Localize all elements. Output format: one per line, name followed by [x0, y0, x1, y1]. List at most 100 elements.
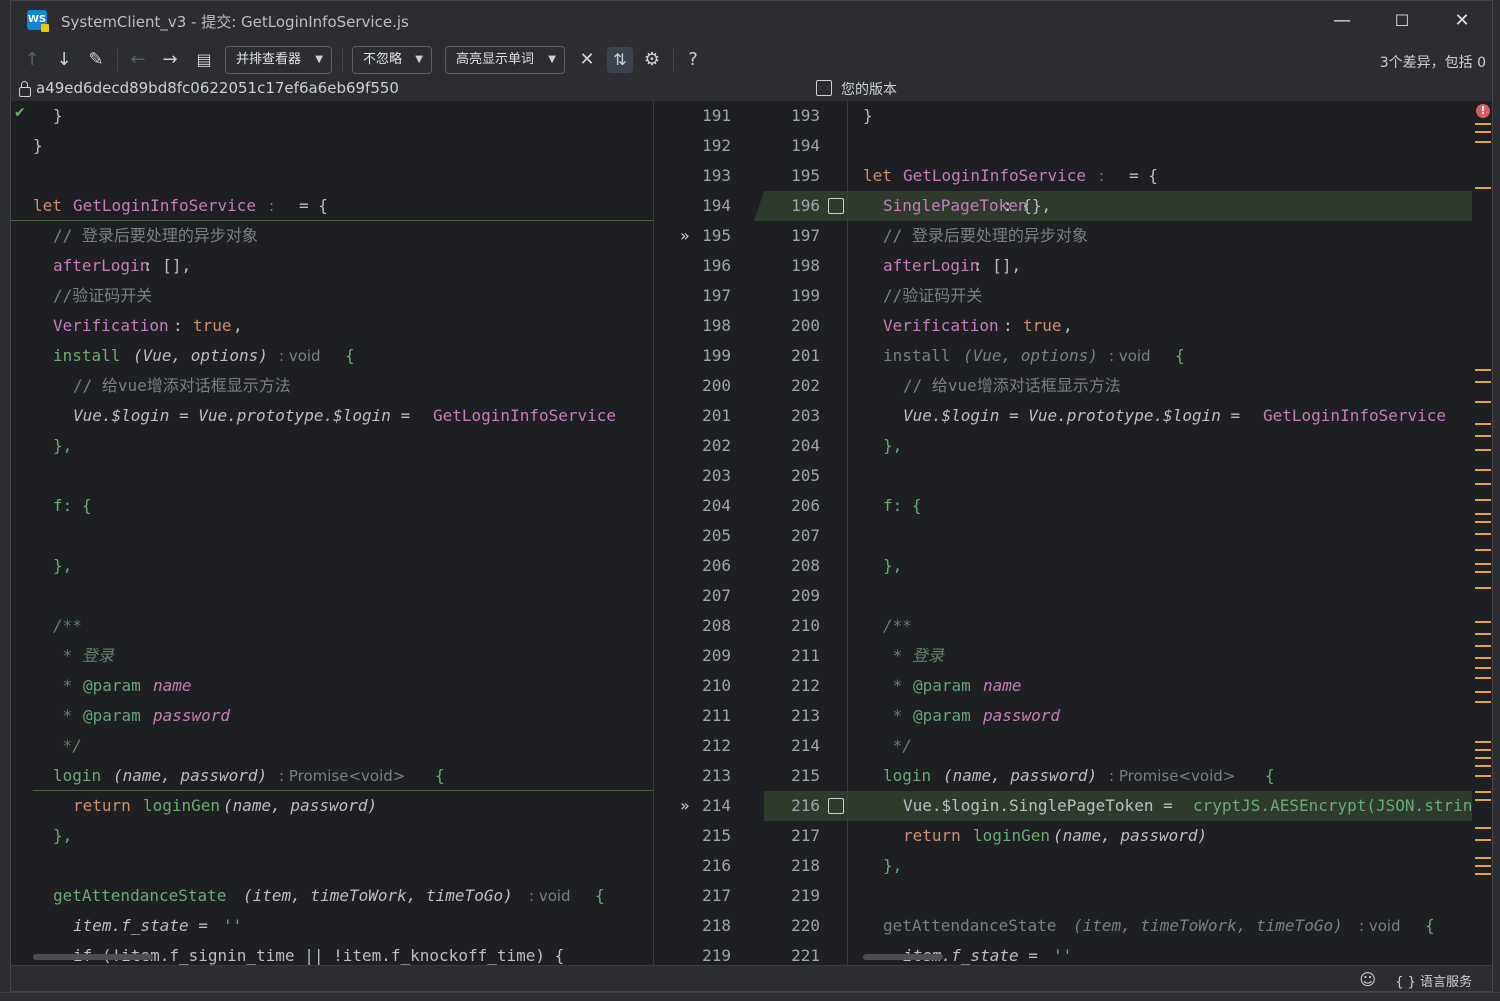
- change-marker[interactable]: [1475, 757, 1491, 759]
- line-number: 206: [791, 496, 820, 515]
- change-marker[interactable]: [1475, 791, 1491, 793]
- change-marker[interactable]: [1475, 677, 1491, 679]
- line-number: 215: [702, 826, 731, 845]
- change-marker[interactable]: [1475, 381, 1491, 383]
- sync-scroll-icon[interactable]: ⇅: [607, 47, 633, 73]
- ignore-dropdown-label: 不忽略: [363, 52, 403, 67]
- code-line: let GetLoginInfoService : = {: [33, 196, 328, 215]
- change-marker[interactable]: [1475, 521, 1491, 523]
- change-marker[interactable]: [1475, 513, 1491, 515]
- change-marker[interactable]: [1475, 123, 1491, 125]
- change-marker[interactable]: [1475, 141, 1491, 143]
- line-number-gutter: 191 192 193 194 195 196 197 198 199 200 201 202 203 2…: [653, 101, 848, 965]
- language-service-widget[interactable]: { } 语言服务: [1395, 971, 1472, 990]
- error-stripe[interactable]: !: [1472, 101, 1492, 965]
- include-change-checkbox[interactable]: [828, 198, 844, 214]
- line-number: 191: [702, 106, 731, 125]
- change-marker[interactable]: [1475, 633, 1491, 635]
- minimize-button[interactable]: —: [1313, 1, 1371, 41]
- change-marker[interactable]: [1475, 549, 1491, 551]
- change-marker[interactable]: [1475, 621, 1491, 623]
- change-marker[interactable]: [1475, 839, 1491, 841]
- back-icon[interactable]: ←: [125, 47, 151, 73]
- change-marker[interactable]: [1475, 587, 1491, 589]
- change-marker[interactable]: [1475, 449, 1491, 451]
- change-marker[interactable]: [1475, 499, 1491, 501]
- line-number: 219: [791, 886, 820, 905]
- change-marker[interactable]: [1475, 873, 1491, 875]
- apply-change-chevron-icon[interactable]: »: [680, 791, 690, 821]
- change-marker[interactable]: [1475, 469, 1491, 471]
- highlight-dropdown[interactable]: 高亮显示单词 ▼: [445, 46, 565, 74]
- prev-diff-icon[interactable]: ↑: [19, 47, 45, 73]
- line-number: 212: [702, 736, 731, 755]
- code-line: item.f_state = '': [73, 916, 243, 935]
- your-version-label: 您的版本: [841, 82, 897, 98]
- line-number: 193: [791, 106, 820, 125]
- line-number: 194: [702, 196, 731, 215]
- highlight-dropdown-label: 高亮显示单词: [456, 52, 535, 67]
- line-number: 193: [702, 166, 731, 185]
- line-number: 198: [791, 256, 820, 275]
- horizontal-scrollbar[interactable]: [863, 954, 943, 960]
- change-marker[interactable]: [1475, 533, 1491, 535]
- code-line: f: {: [53, 496, 92, 515]
- file-icon[interactable]: ▤: [191, 47, 217, 73]
- change-marker[interactable]: [1475, 483, 1491, 485]
- apply-change-chevron-icon[interactable]: »: [680, 221, 690, 251]
- code-line: },: [883, 556, 903, 575]
- change-marker[interactable]: [1475, 667, 1491, 669]
- edit-icon[interactable]: ✎: [83, 47, 109, 73]
- change-marker[interactable]: [1475, 645, 1491, 647]
- line-number: 192: [702, 136, 731, 155]
- your-version-checkbox[interactable]: [816, 80, 832, 96]
- left-editor-pane[interactable]: ✔ } } let GetLoginInfoService : = { // 登…: [11, 101, 653, 965]
- viewer-dropdown[interactable]: 并排查看器 ▼: [225, 46, 332, 74]
- added-line: Vue.$login.SinglePageToken = cryptJS.AES…: [848, 791, 1472, 821]
- line-number: 218: [702, 916, 731, 935]
- close-button[interactable]: ✕: [1433, 1, 1491, 41]
- webstorm-logo-icon: WS: [27, 10, 49, 32]
- change-marker[interactable]: [1475, 187, 1491, 189]
- change-marker[interactable]: [1475, 435, 1491, 437]
- ignore-dropdown[interactable]: 不忽略 ▼: [352, 46, 432, 74]
- include-change-checkbox[interactable]: [828, 798, 844, 814]
- collapse-icon[interactable]: ✕: [574, 47, 600, 73]
- change-marker[interactable]: [1475, 857, 1491, 859]
- change-marker[interactable]: [1475, 799, 1491, 801]
- maximize-button[interactable]: ☐: [1373, 1, 1431, 41]
- next-diff-icon[interactable]: ↓: [51, 47, 77, 73]
- line-number: 202: [702, 436, 731, 455]
- change-marker[interactable]: [1475, 369, 1491, 371]
- change-marker[interactable]: [1475, 701, 1491, 703]
- line-number: 196: [702, 256, 731, 275]
- line-number: 213: [791, 706, 820, 725]
- change-marker[interactable]: [1475, 775, 1491, 777]
- change-marker[interactable]: [1475, 401, 1491, 403]
- line-number: 200: [702, 376, 731, 395]
- change-marker[interactable]: [1475, 827, 1491, 829]
- change-marker[interactable]: [1475, 131, 1491, 133]
- change-marker[interactable]: [1475, 657, 1491, 659]
- settings-icon[interactable]: ⚙: [639, 47, 665, 73]
- change-marker[interactable]: [1475, 571, 1491, 573]
- help-icon[interactable]: ?: [680, 47, 706, 73]
- change-marker[interactable]: [1475, 865, 1491, 867]
- line-number: 201: [791, 346, 820, 365]
- code-line: afterLogin : [],: [53, 256, 192, 275]
- change-marker[interactable]: [1475, 765, 1491, 767]
- error-indicator-icon[interactable]: !: [1476, 104, 1490, 118]
- line-number: 221: [791, 946, 820, 965]
- forward-icon[interactable]: →: [157, 47, 183, 73]
- change-marker[interactable]: [1475, 749, 1491, 751]
- change-marker[interactable]: [1475, 741, 1491, 743]
- right-editor-pane[interactable]: SinglePageToken : {}, Vue.$login.SingleP…: [848, 101, 1472, 965]
- line-number: 199: [702, 346, 731, 365]
- copilot-icon[interactable]: ☺: [1359, 970, 1376, 989]
- viewer-dropdown-label: 并排查看器: [236, 52, 302, 67]
- change-marker[interactable]: [1475, 423, 1491, 425]
- horizontal-scrollbar[interactable]: [33, 954, 153, 960]
- change-marker[interactable]: [1475, 563, 1491, 565]
- code-line: login (name, password) : Promise<void> {: [883, 766, 1275, 785]
- change-marker[interactable]: [1475, 691, 1491, 693]
